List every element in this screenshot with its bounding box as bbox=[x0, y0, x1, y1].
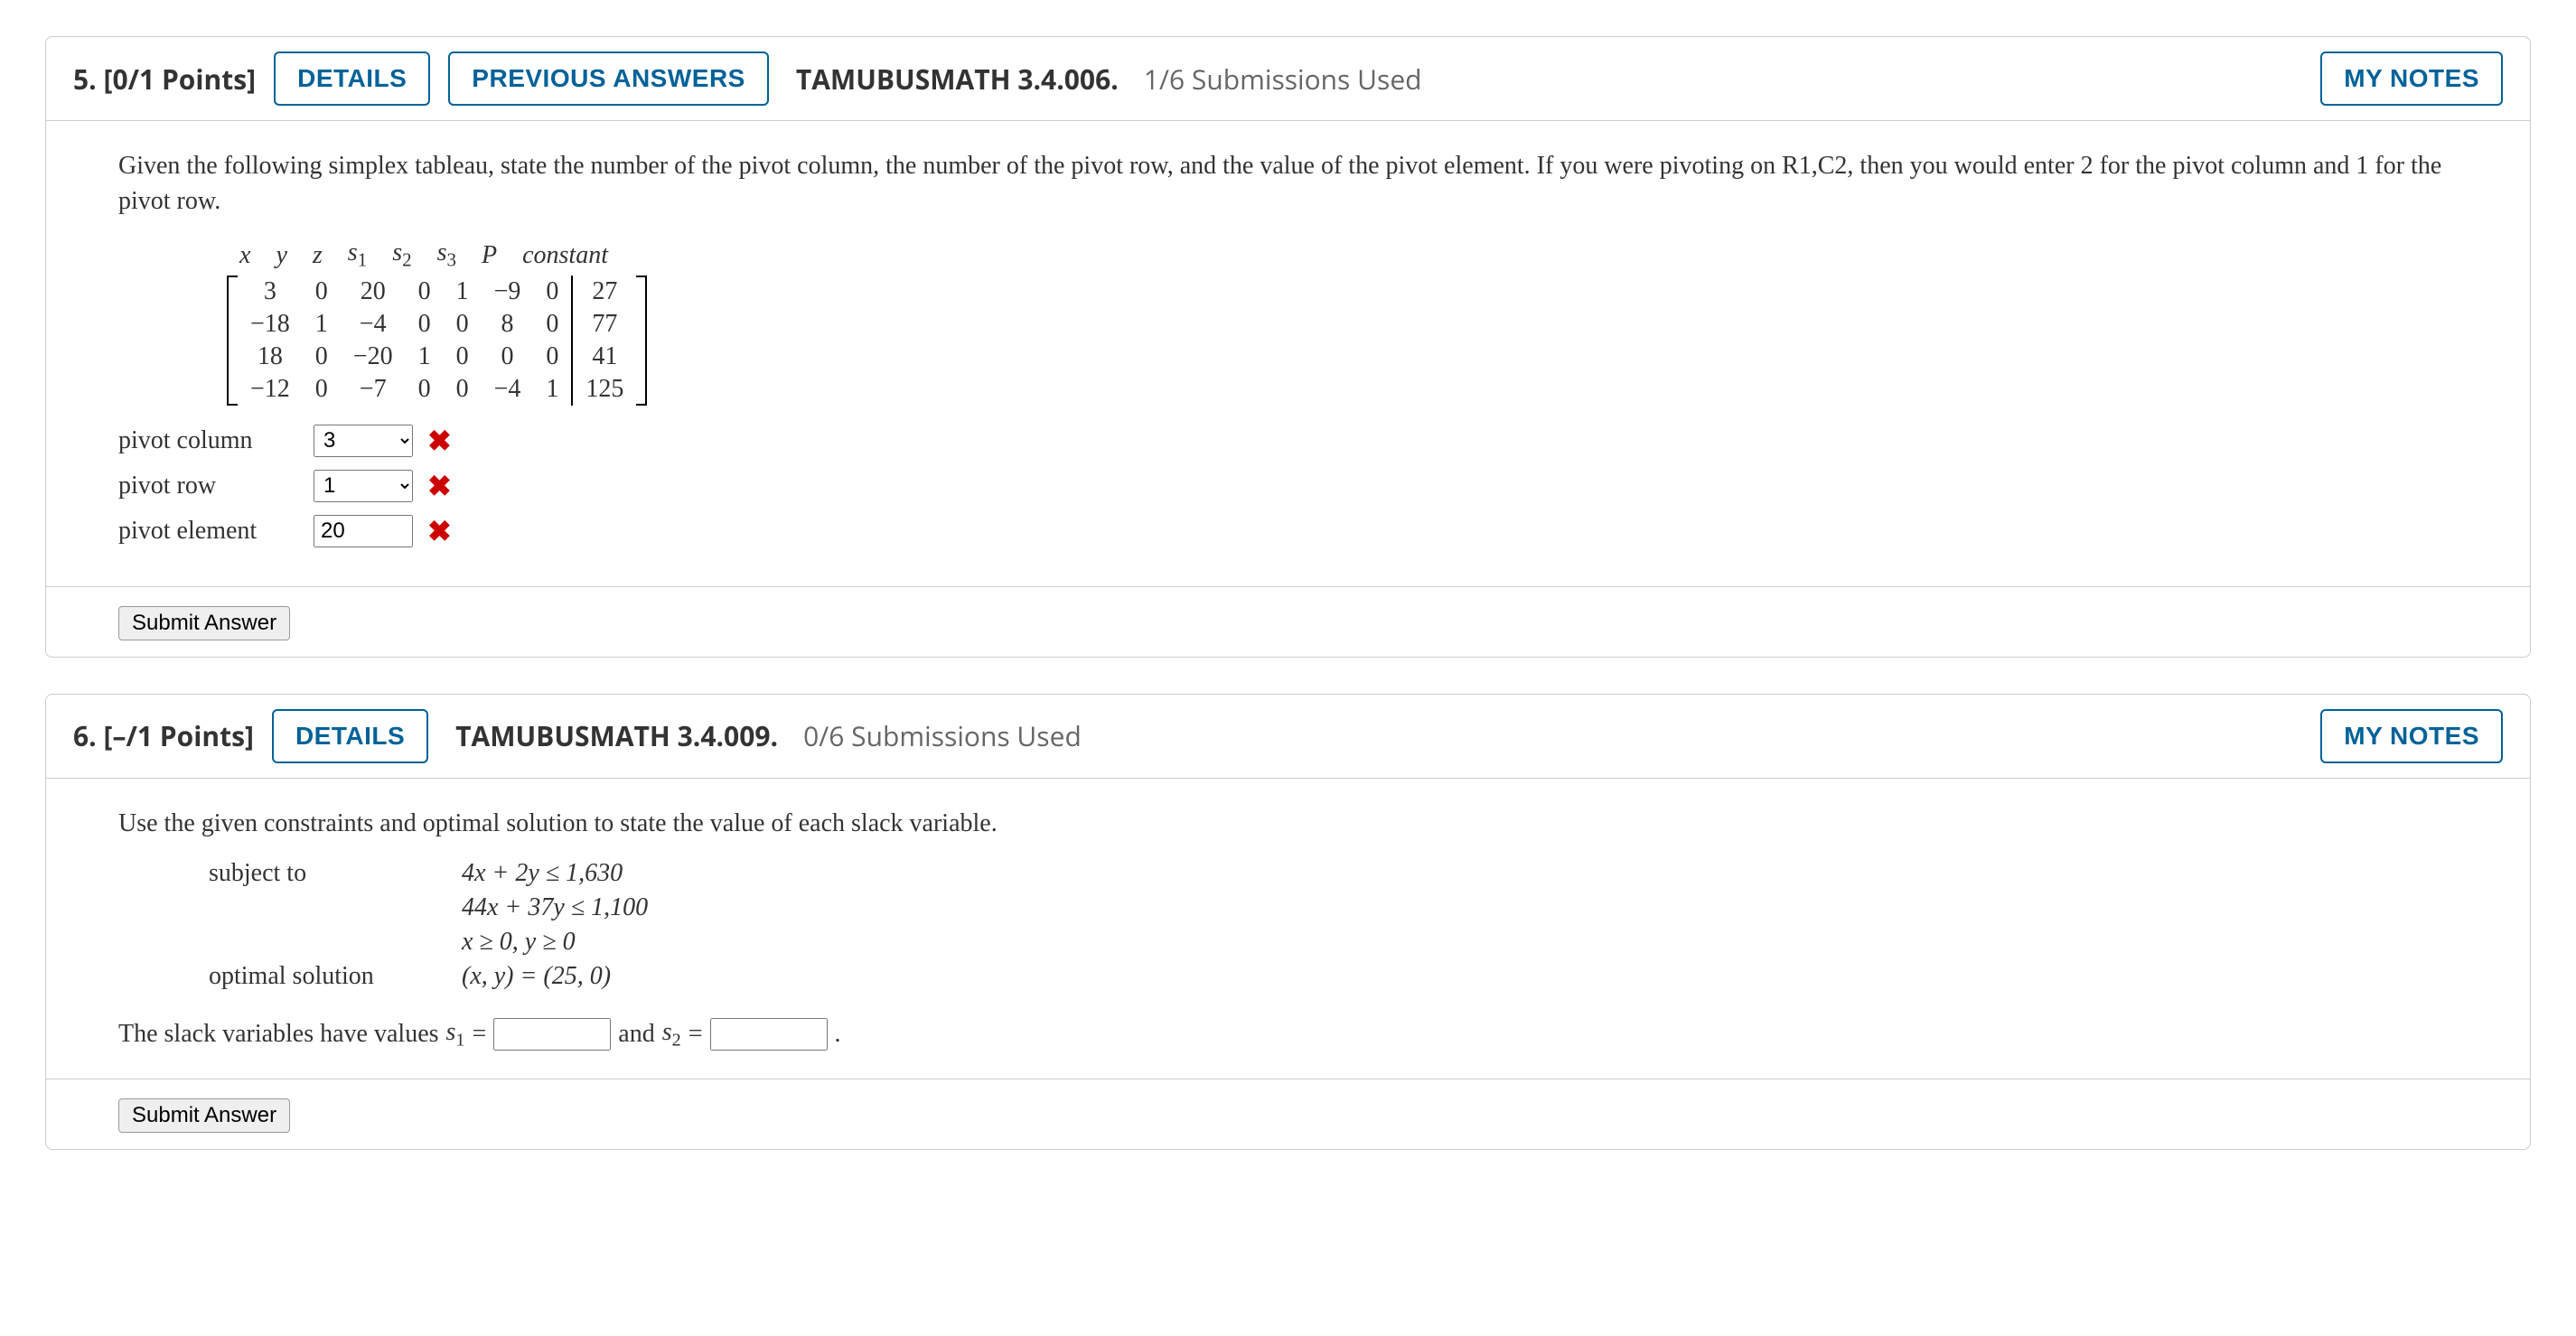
pivot-row-select[interactable]: 1 bbox=[314, 470, 413, 502]
previous-answers-button[interactable]: PREVIOUS ANSWERS bbox=[448, 51, 769, 106]
incorrect-icon: ✖ bbox=[427, 514, 452, 548]
my-notes-button[interactable]: MY NOTES bbox=[2320, 51, 2503, 106]
question-5: 5. [0/1 Points] DETAILS PREVIOUS ANSWERS… bbox=[45, 36, 2531, 658]
constraint-3: x ≥ 0, y ≥ 0 bbox=[462, 928, 576, 957]
optimal-solution: (x, y) = (25, 0) bbox=[462, 962, 611, 991]
details-button[interactable]: DETAILS bbox=[274, 51, 430, 106]
pivot-column-select[interactable]: 3 bbox=[314, 425, 413, 457]
simplex-tableau: x y z s1 s2 s3 P constant 302001−9027 bbox=[227, 237, 647, 406]
submit-answer-button[interactable]: Submit Answer bbox=[118, 606, 290, 640]
instructions: Given the following simplex tableau, sta… bbox=[118, 148, 2458, 219]
constraint-2: 44x + 37y ≤ 1,100 bbox=[462, 893, 648, 922]
s2-input[interactable] bbox=[710, 1018, 828, 1051]
answer-grid: pivot column 3 ✖ pivot row 1 ✖ pivot ele… bbox=[118, 424, 2458, 548]
s1-input[interactable] bbox=[493, 1018, 611, 1051]
submissions-used: 1/6 Submissions Used bbox=[1144, 61, 1422, 98]
question-5-header: 5. [0/1 Points] DETAILS PREVIOUS ANSWERS… bbox=[46, 37, 2530, 120]
pivot-column-label: pivot column bbox=[118, 426, 299, 455]
question-5-body: Given the following simplex tableau, sta… bbox=[46, 120, 2530, 586]
problem-id: TAMUBUSMATH 3.4.009. bbox=[455, 717, 778, 754]
question-6: 6. [–/1 Points] DETAILS TAMUBUSMATH 3.4.… bbox=[45, 694, 2531, 1150]
details-button[interactable]: DETAILS bbox=[272, 709, 428, 763]
question-number: 6. [–/1 Points] bbox=[73, 717, 254, 754]
table-row: −120−700−41125 bbox=[238, 373, 636, 406]
problem-id: TAMUBUSMATH 3.4.006. bbox=[796, 61, 1119, 98]
submissions-used: 0/6 Submissions Used bbox=[803, 717, 1082, 754]
table-row: 302001−9027 bbox=[238, 276, 636, 308]
instructions: Use the given constraints and optimal so… bbox=[118, 806, 2458, 841]
pivot-element-input[interactable] bbox=[314, 515, 413, 547]
subject-to-label: subject to bbox=[209, 859, 407, 888]
my-notes-button[interactable]: MY NOTES bbox=[2320, 709, 2503, 763]
question-number: 5. [0/1 Points] bbox=[73, 61, 256, 98]
slack-variables-line: The slack variables have values s1 = and… bbox=[118, 1018, 2458, 1051]
constraints: subject to 4x + 2y ≤ 1,630 44x + 37y ≤ 1… bbox=[209, 859, 2458, 991]
question-6-footer: Submit Answer bbox=[46, 1079, 2530, 1149]
constraint-1: 4x + 2y ≤ 1,630 bbox=[462, 859, 623, 888]
question-5-footer: Submit Answer bbox=[46, 586, 2530, 657]
pivot-element-label: pivot element bbox=[118, 517, 299, 546]
optimal-solution-label: optimal solution bbox=[209, 962, 407, 991]
question-6-body: Use the given constraints and optimal so… bbox=[46, 778, 2530, 1079]
question-6-header: 6. [–/1 Points] DETAILS TAMUBUSMATH 3.4.… bbox=[46, 695, 2530, 778]
submit-answer-button[interactable]: Submit Answer bbox=[118, 1098, 290, 1133]
pivot-row-label: pivot row bbox=[118, 472, 299, 500]
incorrect-icon: ✖ bbox=[427, 424, 452, 458]
table-row: −181−4008077 bbox=[238, 308, 636, 341]
incorrect-icon: ✖ bbox=[427, 469, 452, 503]
table-row: 180−20100041 bbox=[238, 341, 636, 373]
